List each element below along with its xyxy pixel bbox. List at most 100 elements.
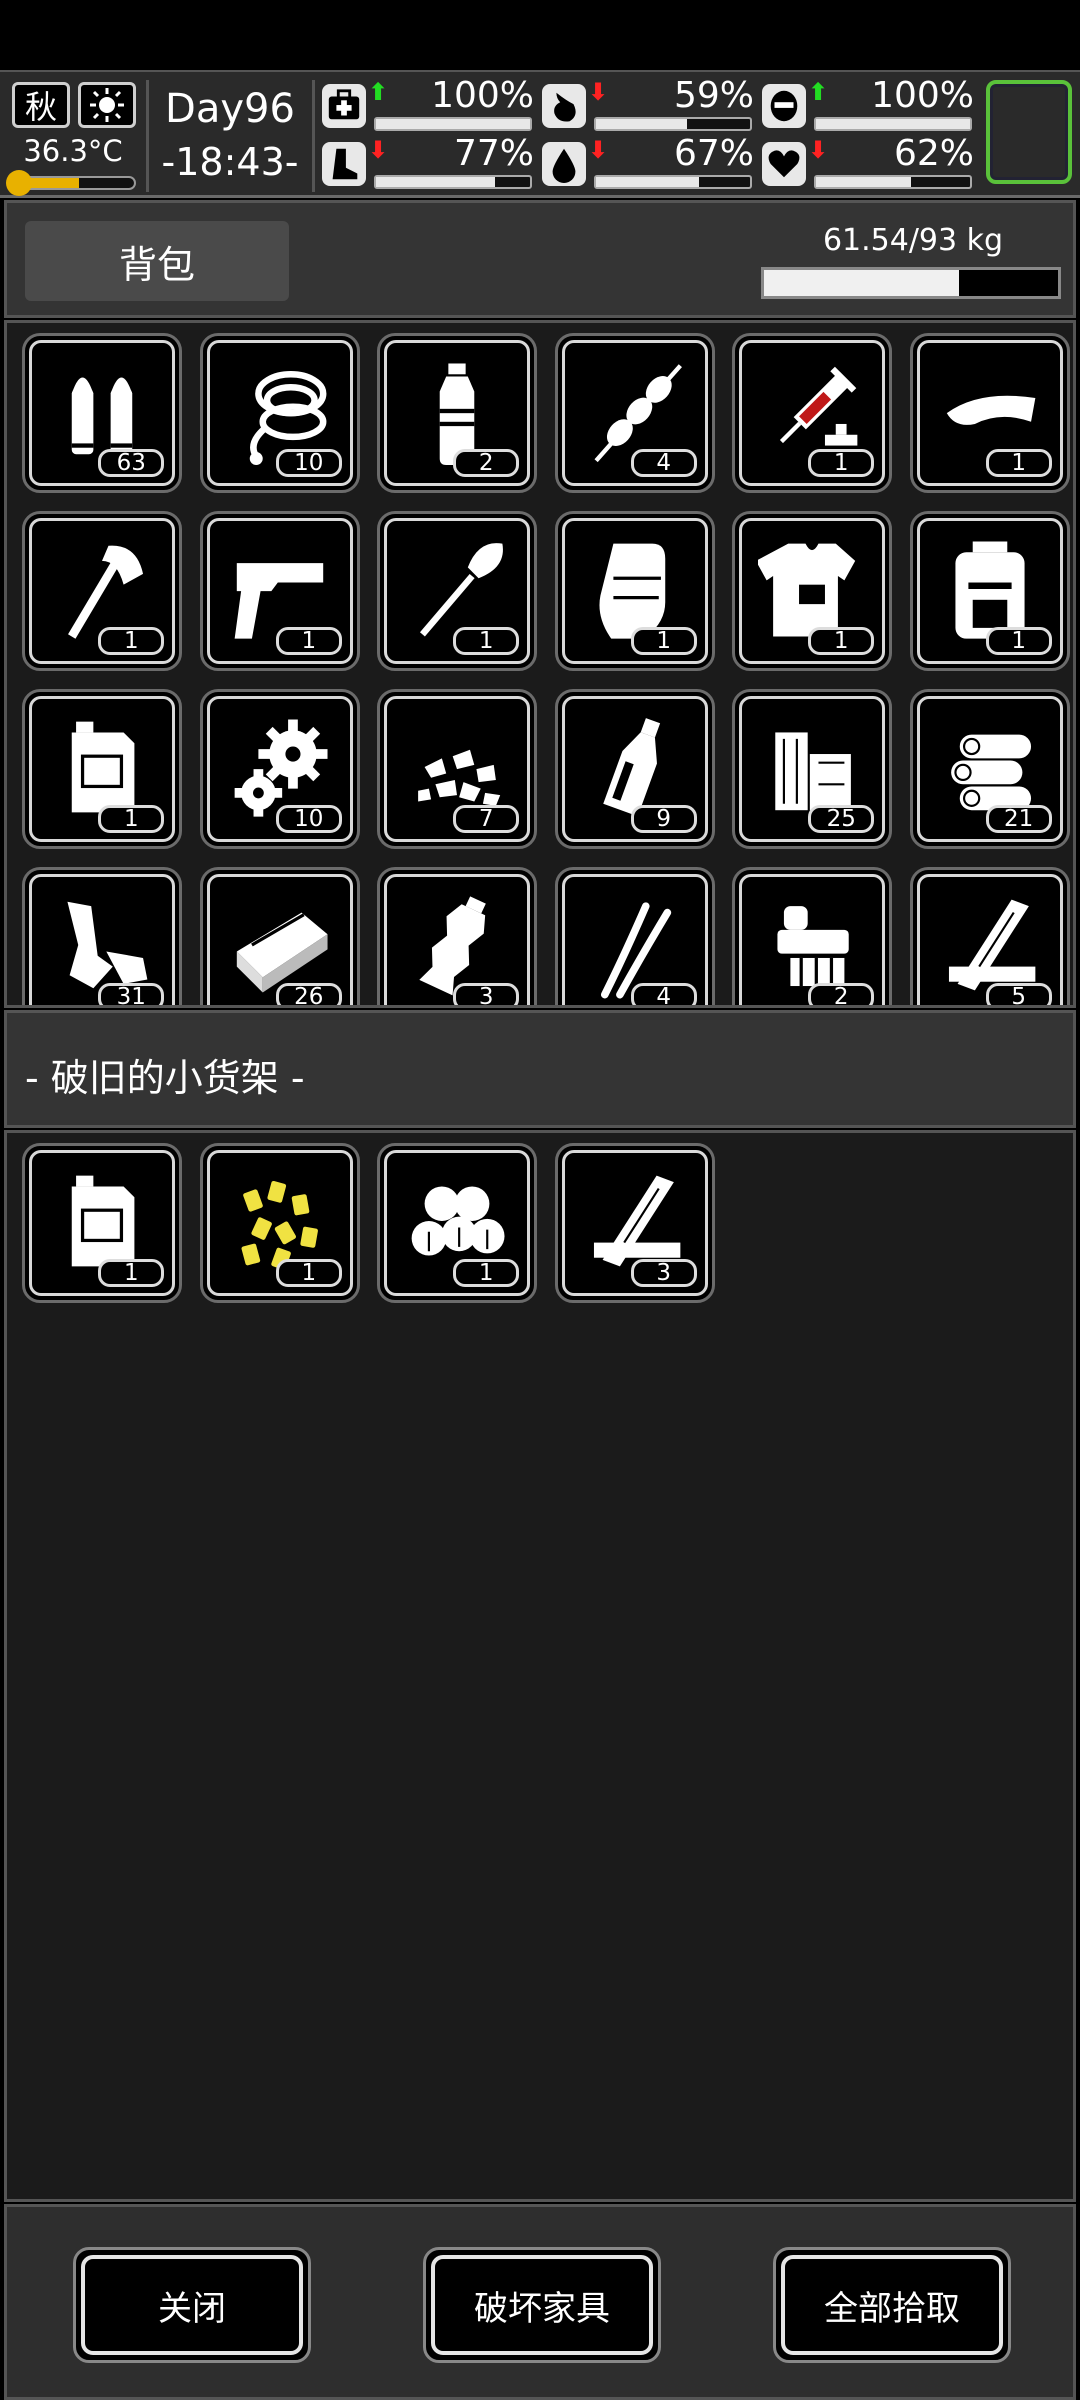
- item-quantity: 4: [630, 449, 697, 477]
- weight-bar-fill: [764, 270, 959, 296]
- item-frame: 1: [29, 518, 176, 664]
- container-item-slot[interactable]: 3: [554, 1143, 715, 1303]
- destroy-furniture-button-label: 破坏家具: [474, 2288, 610, 2329]
- stat-bar: [814, 175, 972, 189]
- item-quantity: 1: [808, 627, 875, 655]
- item-quantity: 1: [98, 805, 165, 833]
- item-quantity: 2: [808, 983, 875, 1005]
- stat-bar-fill: [596, 177, 700, 187]
- sun-icon: [78, 82, 136, 128]
- stat-value: 100%: [871, 75, 974, 116]
- backpack-item-slot[interactable]: 9: [554, 689, 715, 849]
- action-bar: 关闭 破坏家具 全部拾取: [4, 2204, 1076, 2400]
- stat-bar: [374, 117, 532, 131]
- item-quantity: 1: [275, 627, 342, 655]
- backpack-header: 背包 61.54/93 kg: [4, 200, 1076, 318]
- item-frame: 1: [916, 340, 1063, 486]
- item-quantity: 1: [98, 1259, 165, 1287]
- stat-thirst: ⬇ 67%: [542, 134, 754, 190]
- stat-value: 62%: [893, 133, 974, 174]
- item-frame: 2: [384, 340, 531, 486]
- stomach-icon: [542, 84, 586, 128]
- item-quantity: 2: [453, 449, 520, 477]
- stat-bar-fill: [816, 119, 970, 129]
- close-button[interactable]: 关闭: [73, 2247, 311, 2363]
- container-header: - 破旧的小货架 -: [4, 1010, 1076, 1128]
- item-frame: 3: [384, 874, 531, 1005]
- item-quantity: 1: [453, 1259, 520, 1287]
- backpack-item-slot[interactable]: 1: [732, 333, 893, 493]
- item-quantity: 26: [275, 983, 342, 1005]
- stat-value: 77%: [453, 133, 534, 174]
- equipped-slot[interactable]: [986, 80, 1072, 184]
- backpack-item-slot[interactable]: 2: [377, 333, 538, 493]
- item-frame: 1: [739, 340, 886, 486]
- item-frame: 4: [561, 874, 708, 1005]
- backpack-item-slot[interactable]: 26: [199, 867, 360, 1005]
- backpack-item-slot[interactable]: 63: [22, 333, 183, 493]
- stat-value: 100%: [431, 75, 534, 116]
- temperature-label: 36.3°C: [23, 134, 123, 168]
- item-frame: 25: [739, 696, 886, 842]
- backpack-item-slot[interactable]: 1: [732, 511, 893, 671]
- backpack-item-slot[interactable]: 10: [199, 333, 360, 493]
- container-item-slot[interactable]: 1: [377, 1143, 538, 1303]
- backpack-item-slot[interactable]: 5: [909, 867, 1070, 1005]
- item-quantity: 63: [98, 449, 165, 477]
- backpack-item-slot[interactable]: 10: [199, 689, 360, 849]
- season-indicator: 秋: [12, 82, 70, 128]
- item-frame: 10: [206, 340, 353, 486]
- mask-icon: [762, 84, 806, 128]
- trend-up-icon: ⬆: [368, 78, 389, 106]
- item-quantity: 5: [985, 983, 1052, 1005]
- weight-bar: [761, 267, 1061, 299]
- item-frame: 10: [206, 696, 353, 842]
- backpack-item-slot[interactable]: 3: [377, 867, 538, 1005]
- item-quantity: 7: [453, 805, 520, 833]
- backpack-item-slot[interactable]: 21: [909, 689, 1070, 849]
- item-quantity: 10: [275, 805, 342, 833]
- item-frame: 7: [384, 696, 531, 842]
- item-frame: 4: [561, 340, 708, 486]
- trend-down-icon: ⬇: [808, 136, 829, 164]
- container-item-slot[interactable]: 1: [199, 1143, 360, 1303]
- stat-stamina: ⬇ 77%: [322, 134, 534, 190]
- tab-backpack[interactable]: 背包: [25, 221, 289, 301]
- container-item-slot[interactable]: 1: [22, 1143, 183, 1303]
- item-quantity: 4: [630, 983, 697, 1005]
- item-quantity: 1: [630, 627, 697, 655]
- backpack-item-slot[interactable]: 2: [732, 867, 893, 1005]
- item-frame: 26: [206, 874, 353, 1005]
- medkit-icon: [322, 84, 366, 128]
- item-frame: 2: [739, 874, 886, 1005]
- take-all-button[interactable]: 全部拾取: [773, 2247, 1011, 2363]
- backpack-item-slot[interactable]: 1: [554, 511, 715, 671]
- item-frame: 5: [916, 874, 1063, 1005]
- destroy-furniture-button[interactable]: 破坏家具: [423, 2247, 661, 2363]
- backpack-item-slot[interactable]: 1: [22, 511, 183, 671]
- stat-bar: [814, 117, 972, 131]
- backpack-grid[interactable]: 63 10 2 4 1 1 1 1 1 1 1 1 1 10 7 9 25 21 31 26 3 4 2 5: [4, 320, 1076, 1008]
- container-grid[interactable]: 1 1 1 3: [4, 1130, 1076, 2202]
- backpack-item-slot[interactable]: 31: [22, 867, 183, 1005]
- item-quantity: 1: [808, 449, 875, 477]
- item-quantity: 1: [985, 449, 1052, 477]
- game-clock: -18:43-: [161, 140, 299, 184]
- foot-icon: [322, 142, 366, 186]
- backpack-item-slot[interactable]: 4: [554, 333, 715, 493]
- stat-health: ⬆ 100%: [322, 76, 534, 132]
- item-quantity: 1: [275, 1259, 342, 1287]
- backpack-item-slot[interactable]: 1: [22, 689, 183, 849]
- weight-label: 61.54/93 kg: [822, 223, 1004, 258]
- trend-up-icon: ⬆: [808, 78, 829, 106]
- backpack-item-slot[interactable]: 1: [909, 511, 1070, 671]
- backpack-item-slot[interactable]: 1: [909, 333, 1070, 493]
- backpack-item-slot[interactable]: 1: [377, 511, 538, 671]
- backpack-item-slot[interactable]: 25: [732, 689, 893, 849]
- item-quantity: 1: [985, 627, 1052, 655]
- backpack-item-slot[interactable]: 7: [377, 689, 538, 849]
- item-frame: 1: [29, 696, 176, 842]
- backpack-item-slot[interactable]: 1: [199, 511, 360, 671]
- backpack-item-slot[interactable]: 4: [554, 867, 715, 1005]
- stat-heart: ⬇ 62%: [762, 134, 974, 190]
